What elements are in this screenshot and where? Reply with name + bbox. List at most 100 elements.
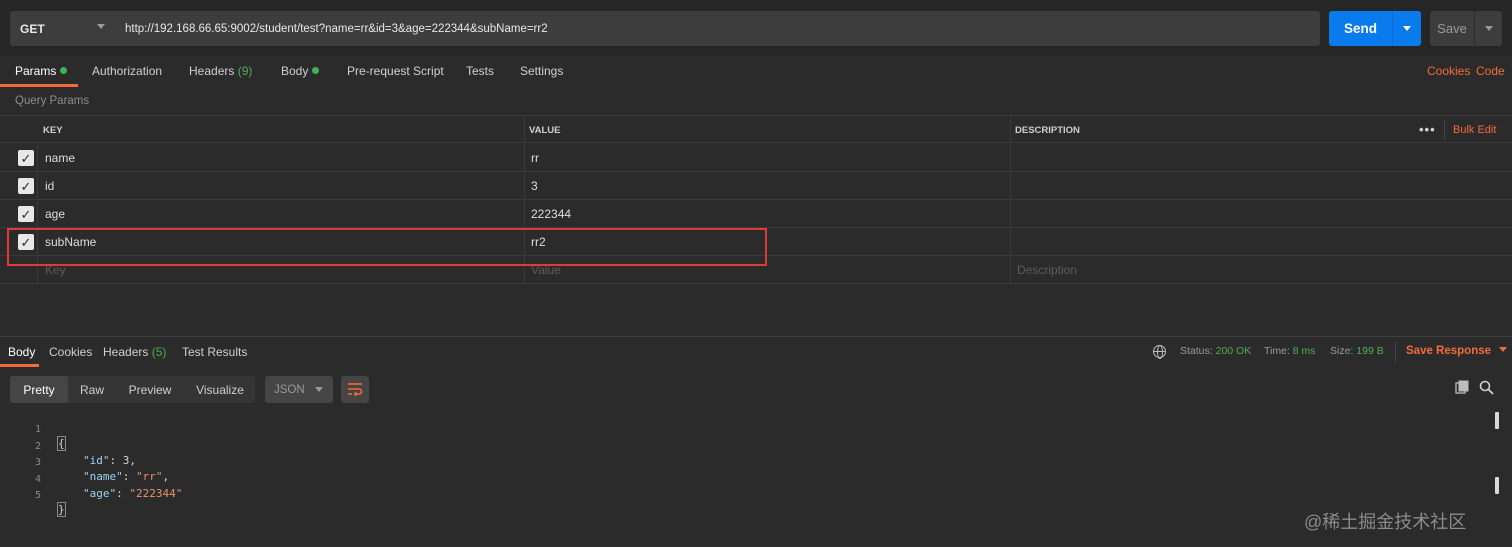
param-value-cell[interactable]: rr <box>531 144 539 172</box>
status-dot-icon <box>60 67 68 74</box>
response-tab-headers[interactable]: Headers (5) <box>103 345 166 359</box>
tab-tests-label: Tests <box>466 64 495 78</box>
chevron-down-icon <box>1499 347 1508 352</box>
response-tab-test-results[interactable]: Test Results <box>182 345 247 359</box>
new-description-input[interactable]: Description <box>1017 256 1077 284</box>
status-dot-icon <box>312 67 320 74</box>
search-icon[interactable] <box>1479 380 1494 395</box>
copy-icon[interactable] <box>1455 380 1469 394</box>
chevron-down-icon[interactable] <box>1485 26 1493 31</box>
format-select[interactable]: JSON <box>265 376 333 403</box>
highlight-annotation-box <box>7 228 767 266</box>
scrollbar-thumb[interactable] <box>1495 477 1499 494</box>
save-button[interactable]: Save <box>1430 11 1502 46</box>
url-text: http://192.168.66.65:9002/student/test?n… <box>125 22 548 35</box>
status-value: 200 OK <box>1215 345 1252 357</box>
response-headers-count: (5) <box>151 345 167 359</box>
save-divider <box>1474 11 1475 46</box>
format-label: JSON <box>274 383 305 396</box>
visualize-button[interactable]: Visualize <box>190 376 250 403</box>
status-label: Status: <box>1180 345 1213 357</box>
param-value-cell[interactable]: 222344 <box>531 200 571 228</box>
column-header-key: KEY <box>43 124 63 136</box>
param-key-cell[interactable]: age <box>45 200 65 228</box>
method-label: GET <box>20 21 45 36</box>
size-info: Size: 199 B <box>1330 345 1384 357</box>
tab-authorization[interactable]: Authorization <box>92 64 162 78</box>
save-response-label: Save Response <box>1406 345 1492 357</box>
tab-headers-label: Headers <box>189 64 235 78</box>
close-brace: } <box>57 502 66 517</box>
column-header-description: DESCRIPTION <box>1015 124 1080 136</box>
checkbox-checked-icon[interactable]: ✓ <box>18 150 34 166</box>
scrollbar-thumb[interactable] <box>1495 412 1499 429</box>
table-header-row: KEY VALUE DESCRIPTION ••• Bulk Edit <box>0 115 1512 143</box>
bulk-edit-link[interactable]: Bulk Edit <box>1453 124 1496 136</box>
status-info: Status: 200 OK <box>1180 345 1251 357</box>
active-response-tab-indicator <box>0 364 39 367</box>
wrap-lines-icon <box>348 383 363 397</box>
time-value: 8 ms <box>1292 345 1316 357</box>
chevron-down-icon <box>315 387 323 392</box>
code-line: 2 "id": 3, <box>0 428 1500 467</box>
response-tabs: Body Cookies Headers (5) Test Results St… <box>0 338 1512 367</box>
view-mode-toolbar: Pretty Raw Preview Visualize <box>10 376 255 403</box>
cookies-link[interactable]: Cookies <box>1427 64 1470 78</box>
tab-body[interactable]: Body <box>281 64 320 78</box>
code-line: 4 "age": "222344" <box>0 461 1500 500</box>
pretty-button[interactable]: Pretty <box>10 376 68 403</box>
tab-pre-request-script[interactable]: Pre-request Script <box>347 64 444 78</box>
tab-params-label: Params <box>15 64 57 78</box>
response-divider <box>0 336 1512 337</box>
column-divider <box>1010 115 1011 285</box>
chevron-down-icon <box>97 24 105 29</box>
time-label: Time: <box>1264 345 1290 357</box>
send-divider <box>1392 11 1393 46</box>
query-params-title: Query Params <box>15 95 90 107</box>
watermark: @稀土掘金技术社区 <box>1304 512 1467 532</box>
checkbox-checked-icon[interactable]: ✓ <box>18 178 34 194</box>
preview-button[interactable]: Preview <box>120 376 180 403</box>
table-row: ✓ age 222344 <box>0 200 1512 228</box>
table-row: ✓ id 3 <box>0 172 1512 200</box>
code-line: 3 "name": "rr", <box>0 444 1500 483</box>
size-value: 199 B <box>1356 345 1384 357</box>
request-bar: GET http://192.168.66.65:9002/student/te… <box>0 0 1512 56</box>
param-key-cell[interactable]: name <box>45 144 75 172</box>
checkbox-checked-icon[interactable]: ✓ <box>18 206 34 222</box>
send-label: Send <box>1343 21 1377 36</box>
active-tab-indicator <box>0 84 78 87</box>
tab-tests[interactable]: Tests <box>466 64 494 78</box>
response-tab-body[interactable]: Body <box>8 345 35 359</box>
param-value-cell[interactable]: 3 <box>531 172 538 200</box>
size-label: Size: <box>1330 345 1354 357</box>
param-key-cell[interactable]: id <box>45 172 54 200</box>
send-button[interactable]: Send <box>1329 11 1421 46</box>
save-label: Save <box>1437 21 1467 36</box>
save-response-button[interactable]: Save Response <box>1406 345 1508 357</box>
chevron-down-icon[interactable] <box>1403 26 1411 31</box>
tab-settings[interactable]: Settings <box>520 64 563 78</box>
table-row: ✓ name rr <box>0 144 1512 172</box>
line-number: 5 <box>34 490 41 501</box>
tab-authorization-label: Authorization <box>92 64 163 78</box>
tab-params[interactable]: Params <box>15 64 68 78</box>
tab-pre-request-label: Pre-request Script <box>347 64 444 78</box>
code-line: 1 { <box>0 411 1500 451</box>
raw-button[interactable]: Raw <box>72 376 112 403</box>
url-input[interactable]: http://192.168.66.65:9002/student/test?n… <box>114 11 1320 46</box>
response-tab-cookies[interactable]: Cookies <box>49 345 92 359</box>
code-link[interactable]: Code <box>1476 64 1505 78</box>
method-select[interactable]: GET <box>10 11 114 46</box>
more-options-icon[interactable]: ••• <box>1419 122 1436 137</box>
globe-icon[interactable] <box>1153 345 1166 359</box>
wrap-lines-button[interactable] <box>341 376 369 403</box>
tab-headers[interactable]: Headers (9) <box>189 64 252 78</box>
code-line: 5 } <box>0 477 1500 517</box>
tab-settings-label: Settings <box>520 64 564 78</box>
response-tab-headers-label: Headers <box>103 345 149 359</box>
tab-headers-count: (9) <box>237 64 253 78</box>
tab-body-label: Body <box>281 64 309 78</box>
header-divider <box>1444 120 1445 140</box>
time-info: Time: 8 ms <box>1264 345 1316 357</box>
